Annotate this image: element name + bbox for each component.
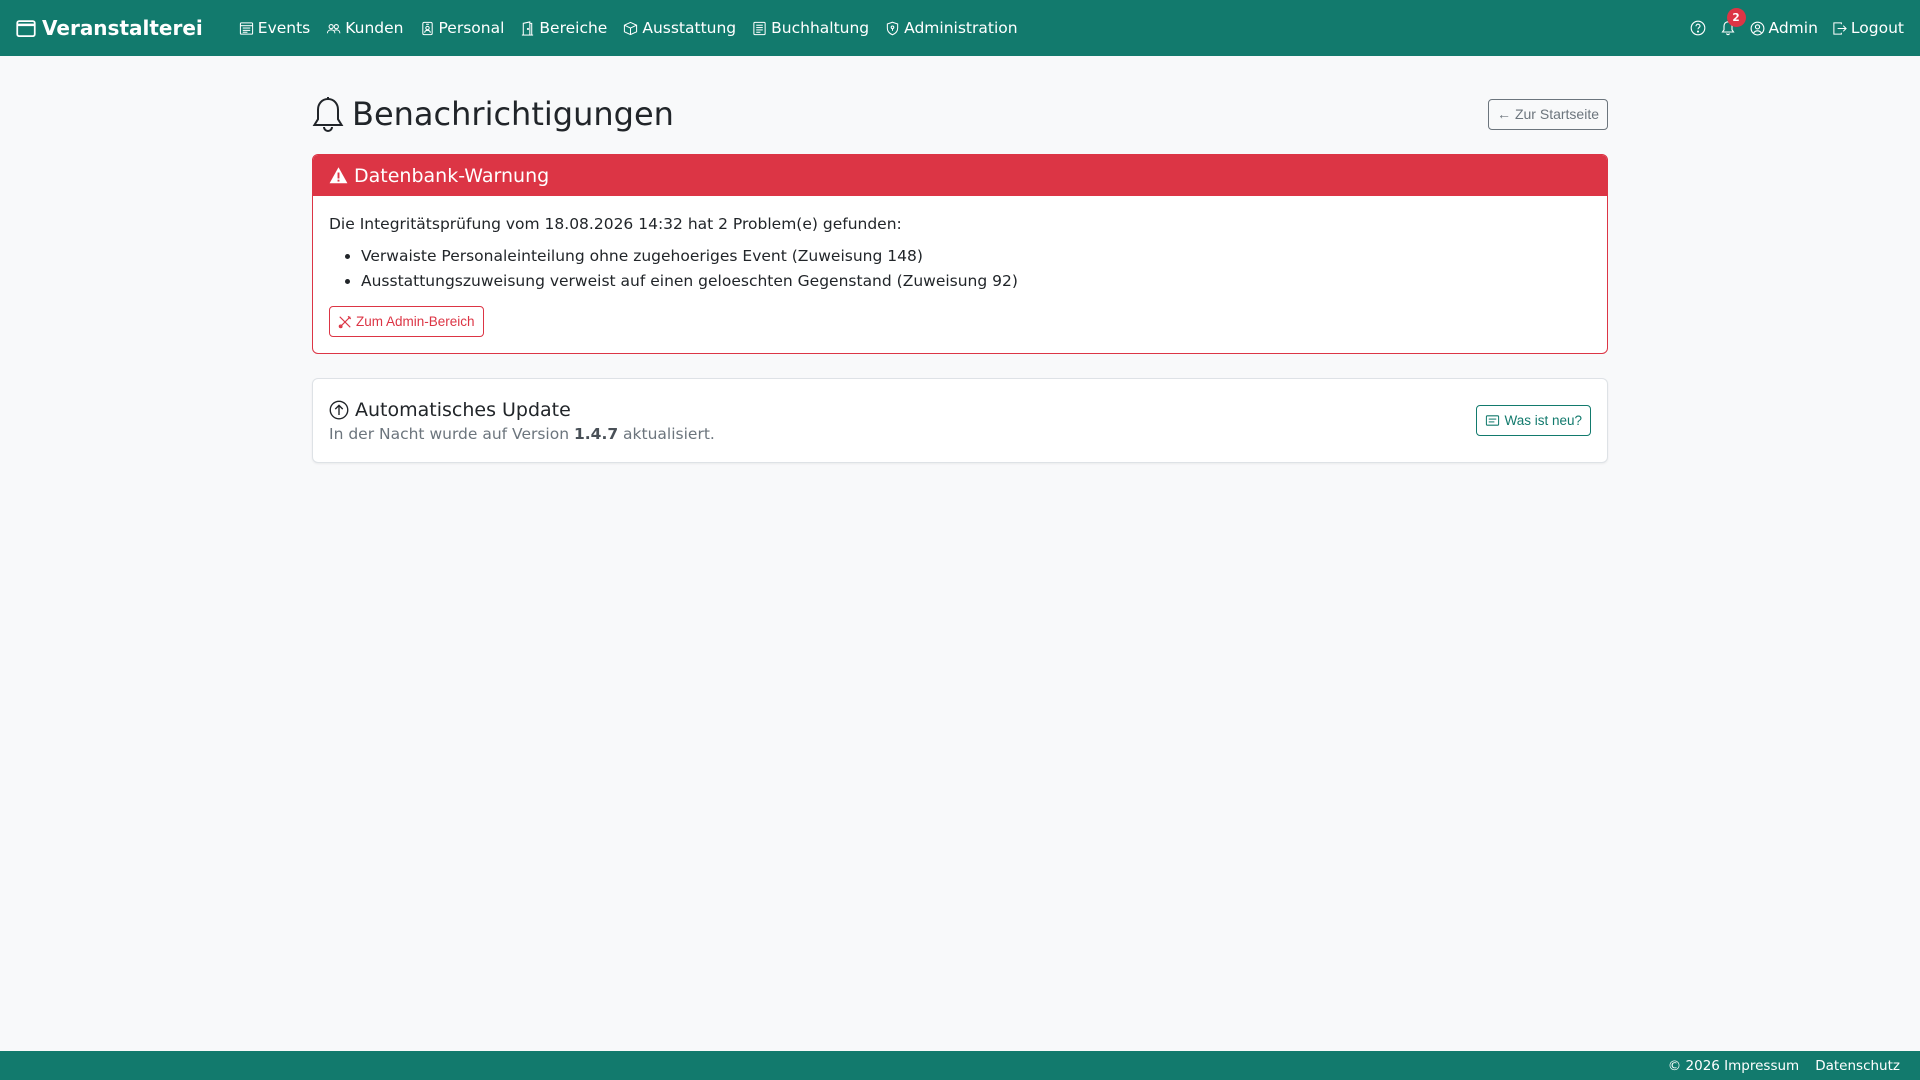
admin-area-label: Zum Admin-Bereich [356, 314, 475, 329]
update-text: In der Nacht wurde auf Version 1.4.7 akt… [329, 425, 715, 443]
nav-item-label: Buchhaltung [771, 19, 870, 37]
nav-item-label: Events [257, 19, 311, 37]
back-to-start-label: Zur Startseite [1514, 106, 1599, 122]
nav-item-kunden[interactable]: Kunden [326, 19, 404, 37]
logout-icon [1833, 21, 1847, 35]
person-circle-icon [1750, 21, 1764, 35]
nav-item-label: Administration [904, 19, 1018, 37]
nav-right: 2 Admin Logout [1690, 8, 1904, 37]
logout-label: Logout [1850, 19, 1904, 37]
list-item: Verwaiste Personaleinteilung ohne zugeho… [361, 244, 1591, 269]
footer-privacy-link[interactable]: Datenschutz [1815, 1058, 1900, 1074]
auto-update-card: Automatisches Update In der Nacht wurde … [312, 378, 1608, 463]
box-icon [624, 21, 638, 35]
problem-list: Verwaiste Personaleinteilung ohne zugeho… [361, 244, 1591, 294]
nav-item-label: Kunden [345, 19, 404, 37]
update-text-after: aktualisiert. [618, 424, 715, 443]
whats-new-label: Was ist neu? [1504, 413, 1582, 428]
warning-title: Datenbank-Warnung [354, 164, 550, 187]
user-menu[interactable]: Admin [1750, 19, 1818, 37]
brand-label: Veranstalterei [42, 16, 203, 40]
arrow-up-circle-icon [329, 400, 349, 419]
main-nav: Events Kunden Personal Bereiche Ausstatt… [239, 19, 1018, 37]
card-text-icon [1486, 415, 1500, 426]
list-item: Ausstattungszuweisung verweist auf einen… [361, 269, 1591, 294]
arrow-left-icon: ← [1496, 106, 1511, 122]
nav-item-label: Personal [438, 19, 505, 37]
back-to-start-button[interactable]: ← Zur Startseite [1487, 98, 1608, 130]
help-button[interactable] [1690, 20, 1706, 36]
update-content: Automatisches Update In der Nacht wurde … [329, 399, 715, 443]
shield-icon [886, 21, 899, 35]
door-icon [522, 20, 534, 36]
footer-impressum-link[interactable]: © 2026 Impressum [1668, 1058, 1799, 1074]
update-title-text: Automatisches Update [355, 398, 571, 421]
notifications-button[interactable]: 2 [1720, 8, 1746, 36]
admin-area-button[interactable]: Zum Admin-Bereich [329, 306, 484, 337]
bell-icon [312, 97, 344, 132]
warning-text: Die Integritätsprüfung vom 18.08.2026 14… [329, 215, 902, 233]
tools-icon [338, 315, 352, 328]
nav-item-label: Ausstattung [642, 19, 737, 37]
footer: © 2026 Impressum Datenschutz [0, 1051, 1920, 1080]
main-content: Benachrichtigungen ← Zur Startseite Date… [312, 56, 1608, 463]
warning-triangle-icon [329, 167, 348, 184]
people-icon [327, 23, 341, 33]
database-warning-card: Datenbank-Warnung Die Integritätsprüfung… [312, 154, 1608, 354]
notification-count-badge: 2 [1726, 8, 1746, 27]
nav-item-buchhaltung[interactable]: Buchhaltung [752, 19, 869, 37]
update-title: Automatisches Update [329, 399, 715, 421]
nav-item-administration[interactable]: Administration [885, 19, 1018, 37]
user-label: Admin [1768, 19, 1818, 37]
nav-item-label: Bereiche [539, 19, 608, 37]
calendar-week-icon [239, 21, 253, 35]
update-version: 1.4.7 [573, 424, 619, 443]
nav-item-events[interactable]: Events [239, 19, 310, 37]
whats-new-button[interactable]: Was ist neu? [1476, 405, 1591, 436]
page-title: Benachrichtigungen [312, 95, 674, 133]
nav-item-personal[interactable]: Personal [420, 19, 505, 37]
page-header: Benachrichtigungen ← Zur Startseite [312, 95, 1608, 133]
logout-link[interactable]: Logout [1832, 19, 1904, 37]
ledger-icon [753, 21, 766, 35]
nav-item-bereiche[interactable]: Bereiche [520, 19, 607, 37]
nav-item-ausstattung[interactable]: Ausstattung [623, 19, 736, 37]
brand-link[interactable]: Veranstalterei [16, 16, 203, 40]
person-badge-icon [421, 21, 433, 35]
page-title-text: Benachrichtigungen [352, 95, 674, 133]
question-circle-icon [1690, 20, 1705, 36]
update-text-before: In der Nacht wurde auf Version [329, 424, 574, 443]
top-navbar: Veranstalterei Events Kunden Personal Be… [0, 0, 1920, 56]
calendar-icon [16, 20, 36, 37]
warning-card-header: Datenbank-Warnung [313, 155, 1607, 196]
warning-card-body: Die Integritätsprüfung vom 18.08.2026 14… [313, 196, 1607, 353]
